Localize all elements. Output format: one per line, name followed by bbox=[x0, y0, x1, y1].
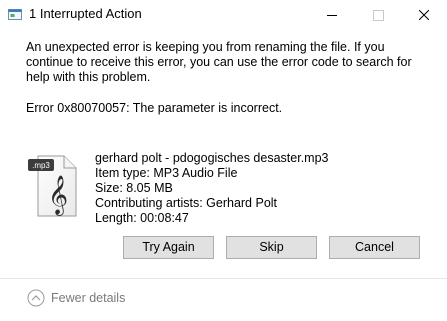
minimize-button[interactable] bbox=[309, 0, 355, 30]
close-icon bbox=[419, 10, 429, 20]
file-name: gerhard polt - pdogogisches desaster.mp3 bbox=[95, 151, 329, 165]
file-length: Length: 00:08:47 bbox=[95, 211, 189, 225]
file-badge-label: .mp3 bbox=[32, 161, 50, 170]
cancel-button[interactable]: Cancel bbox=[329, 236, 420, 259]
file-details: gerhard polt - pdogogisches desaster.mp3… bbox=[95, 151, 328, 226]
file-item-type: Item type: MP3 Audio File bbox=[95, 166, 238, 180]
mp3-file-icon: .mp3 𝄞 bbox=[28, 155, 77, 217]
window-title: 1 Interrupted Action bbox=[29, 6, 142, 21]
file-size: Size: 8.05 MB bbox=[95, 181, 173, 195]
chevron-up-circle-icon[interactable] bbox=[27, 289, 45, 307]
file-artists: Contributing artists: Gerhard Polt bbox=[95, 196, 278, 210]
error-code: Error 0x80070057: The parameter is incor… bbox=[26, 101, 283, 115]
file-move-icon bbox=[8, 9, 22, 20]
maximize-button[interactable] bbox=[355, 0, 401, 30]
minimize-icon bbox=[327, 14, 337, 16]
close-button[interactable] bbox=[401, 0, 447, 30]
try-again-button[interactable]: Try Again bbox=[123, 236, 214, 259]
title-bar: 1 Interrupted Action bbox=[0, 0, 447, 30]
maximize-icon bbox=[372, 9, 384, 21]
treble-clef-glyph: 𝄞 bbox=[48, 175, 68, 216]
fewer-details-link[interactable]: Fewer details bbox=[51, 291, 125, 305]
error-message: An unexpected error is keeping you from … bbox=[26, 40, 412, 84]
skip-button[interactable]: Skip bbox=[226, 236, 317, 259]
